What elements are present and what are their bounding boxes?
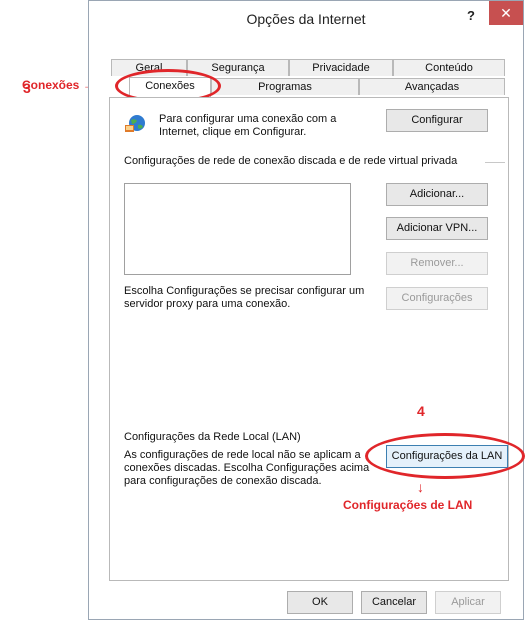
title-bar: Opções da Internet ? ✕ (89, 1, 523, 35)
add-button[interactable]: Adicionar... (386, 183, 488, 206)
lan-description: As configurações de rede local não se ap… (124, 449, 370, 487)
proxy-description: Escolha Configurações se precisar config… (124, 285, 365, 310)
setup-description: Para configurar uma conexão com a Intern… (159, 113, 337, 138)
close-icon: ✕ (500, 5, 512, 21)
globe-connection-icon (123, 112, 147, 136)
add-vpn-button[interactable]: Adicionar VPN... (386, 217, 488, 240)
cancel-button[interactable]: Cancelar (361, 591, 427, 614)
internet-options-dialog: Opções da Internet ? ✕ Geral Segurança P… (23, 0, 525, 620)
configure-button[interactable]: Configurar (386, 109, 488, 132)
lan-annotation-label: Configurações de LAN (343, 498, 473, 512)
connections-list[interactable] (124, 183, 351, 275)
tab-conteudo[interactable]: Conteúdo (393, 59, 505, 76)
tab-avancadas[interactable]: Avançadas (359, 78, 505, 95)
conexoes-annotation-label: Conexões → (22, 78, 95, 92)
tab-programas[interactable]: Programas (211, 78, 359, 95)
close-button[interactable]: ✕ (489, 1, 523, 25)
help-button[interactable]: ? (459, 5, 483, 27)
lan-heading: Configurações da Rede Local (LAN) (124, 431, 301, 443)
ok-button[interactable]: OK (287, 591, 353, 614)
lan-down-arrow-icon: ↓ (417, 479, 424, 495)
lan-highlight-ellipse (365, 433, 525, 479)
window-title: Opções da Internet (246, 11, 366, 27)
dialup-heading: Configurações de rede de conexão discada… (124, 155, 458, 167)
dialup-divider (485, 162, 505, 163)
settings-button[interactable]: Configurações (386, 287, 488, 310)
step-3-annotation: 3 (23, 80, 31, 96)
apply-button[interactable]: Aplicar (435, 591, 501, 614)
remove-button[interactable]: Remover... (386, 252, 488, 275)
tab-privacidade[interactable]: Privacidade (289, 59, 393, 76)
step-4-annotation: 4 (417, 403, 425, 419)
